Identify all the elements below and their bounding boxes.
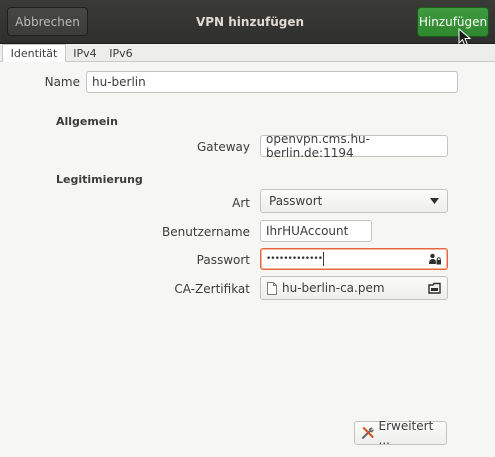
advanced-button-label: Erweitert ... [378,419,434,447]
type-dropdown[interactable]: Passwort [260,189,448,213]
gateway-field[interactable]: openvpn.cms.hu-berlin.de:1194 [260,132,448,160]
username-label: Benutzername [162,225,250,239]
general-section-heading: Allgemein [56,115,118,128]
password-field[interactable]: ••••••••••••• [260,248,448,270]
username-field[interactable]: IhrHUAccount [260,220,372,242]
tools-icon [361,427,374,439]
type-dropdown-value: Passwort [269,194,323,208]
tab-identity[interactable]: Identität [2,44,66,63]
type-label: Art [232,196,250,210]
cancel-button[interactable]: Abbrechen [7,7,88,36]
advanced-button[interactable]: Erweitert ... [354,419,447,447]
user-lock-icon[interactable] [429,253,441,265]
chevron-down-icon [430,198,439,204]
dialog-title: VPN hinzufügen [195,15,305,29]
ca-certificate-chooser[interactable]: hu-berlin-ca.pem [260,276,448,300]
name-field[interactable]: hu-berlin [86,71,458,93]
name-label: Name [44,75,80,89]
tab-ipv4[interactable]: IPv4 [68,44,102,62]
open-folder-icon[interactable] [428,282,441,294]
ca-certificate-label: CA-Zertifikat [174,282,250,296]
add-button[interactable]: Hinzufügen [417,7,489,37]
tab-ipv6[interactable]: IPv6 [104,44,138,62]
file-icon [267,281,277,295]
text-cursor [323,252,325,266]
ca-certificate-filename: hu-berlin-ca.pem [282,281,385,295]
auth-section-heading: Legitimierung [56,173,143,186]
tab-bar: Identität IPv4 IPv6 [0,44,495,63]
gateway-label: Gateway [196,140,250,154]
password-value: ••••••••••••• [266,254,323,264]
password-label: Passwort [196,253,250,267]
identity-panel: Name hu-berlin Allgemein Gateway openvpn… [0,62,495,457]
header-bar: Abbrechen VPN hinzufügen Hinzufügen [0,0,495,47]
